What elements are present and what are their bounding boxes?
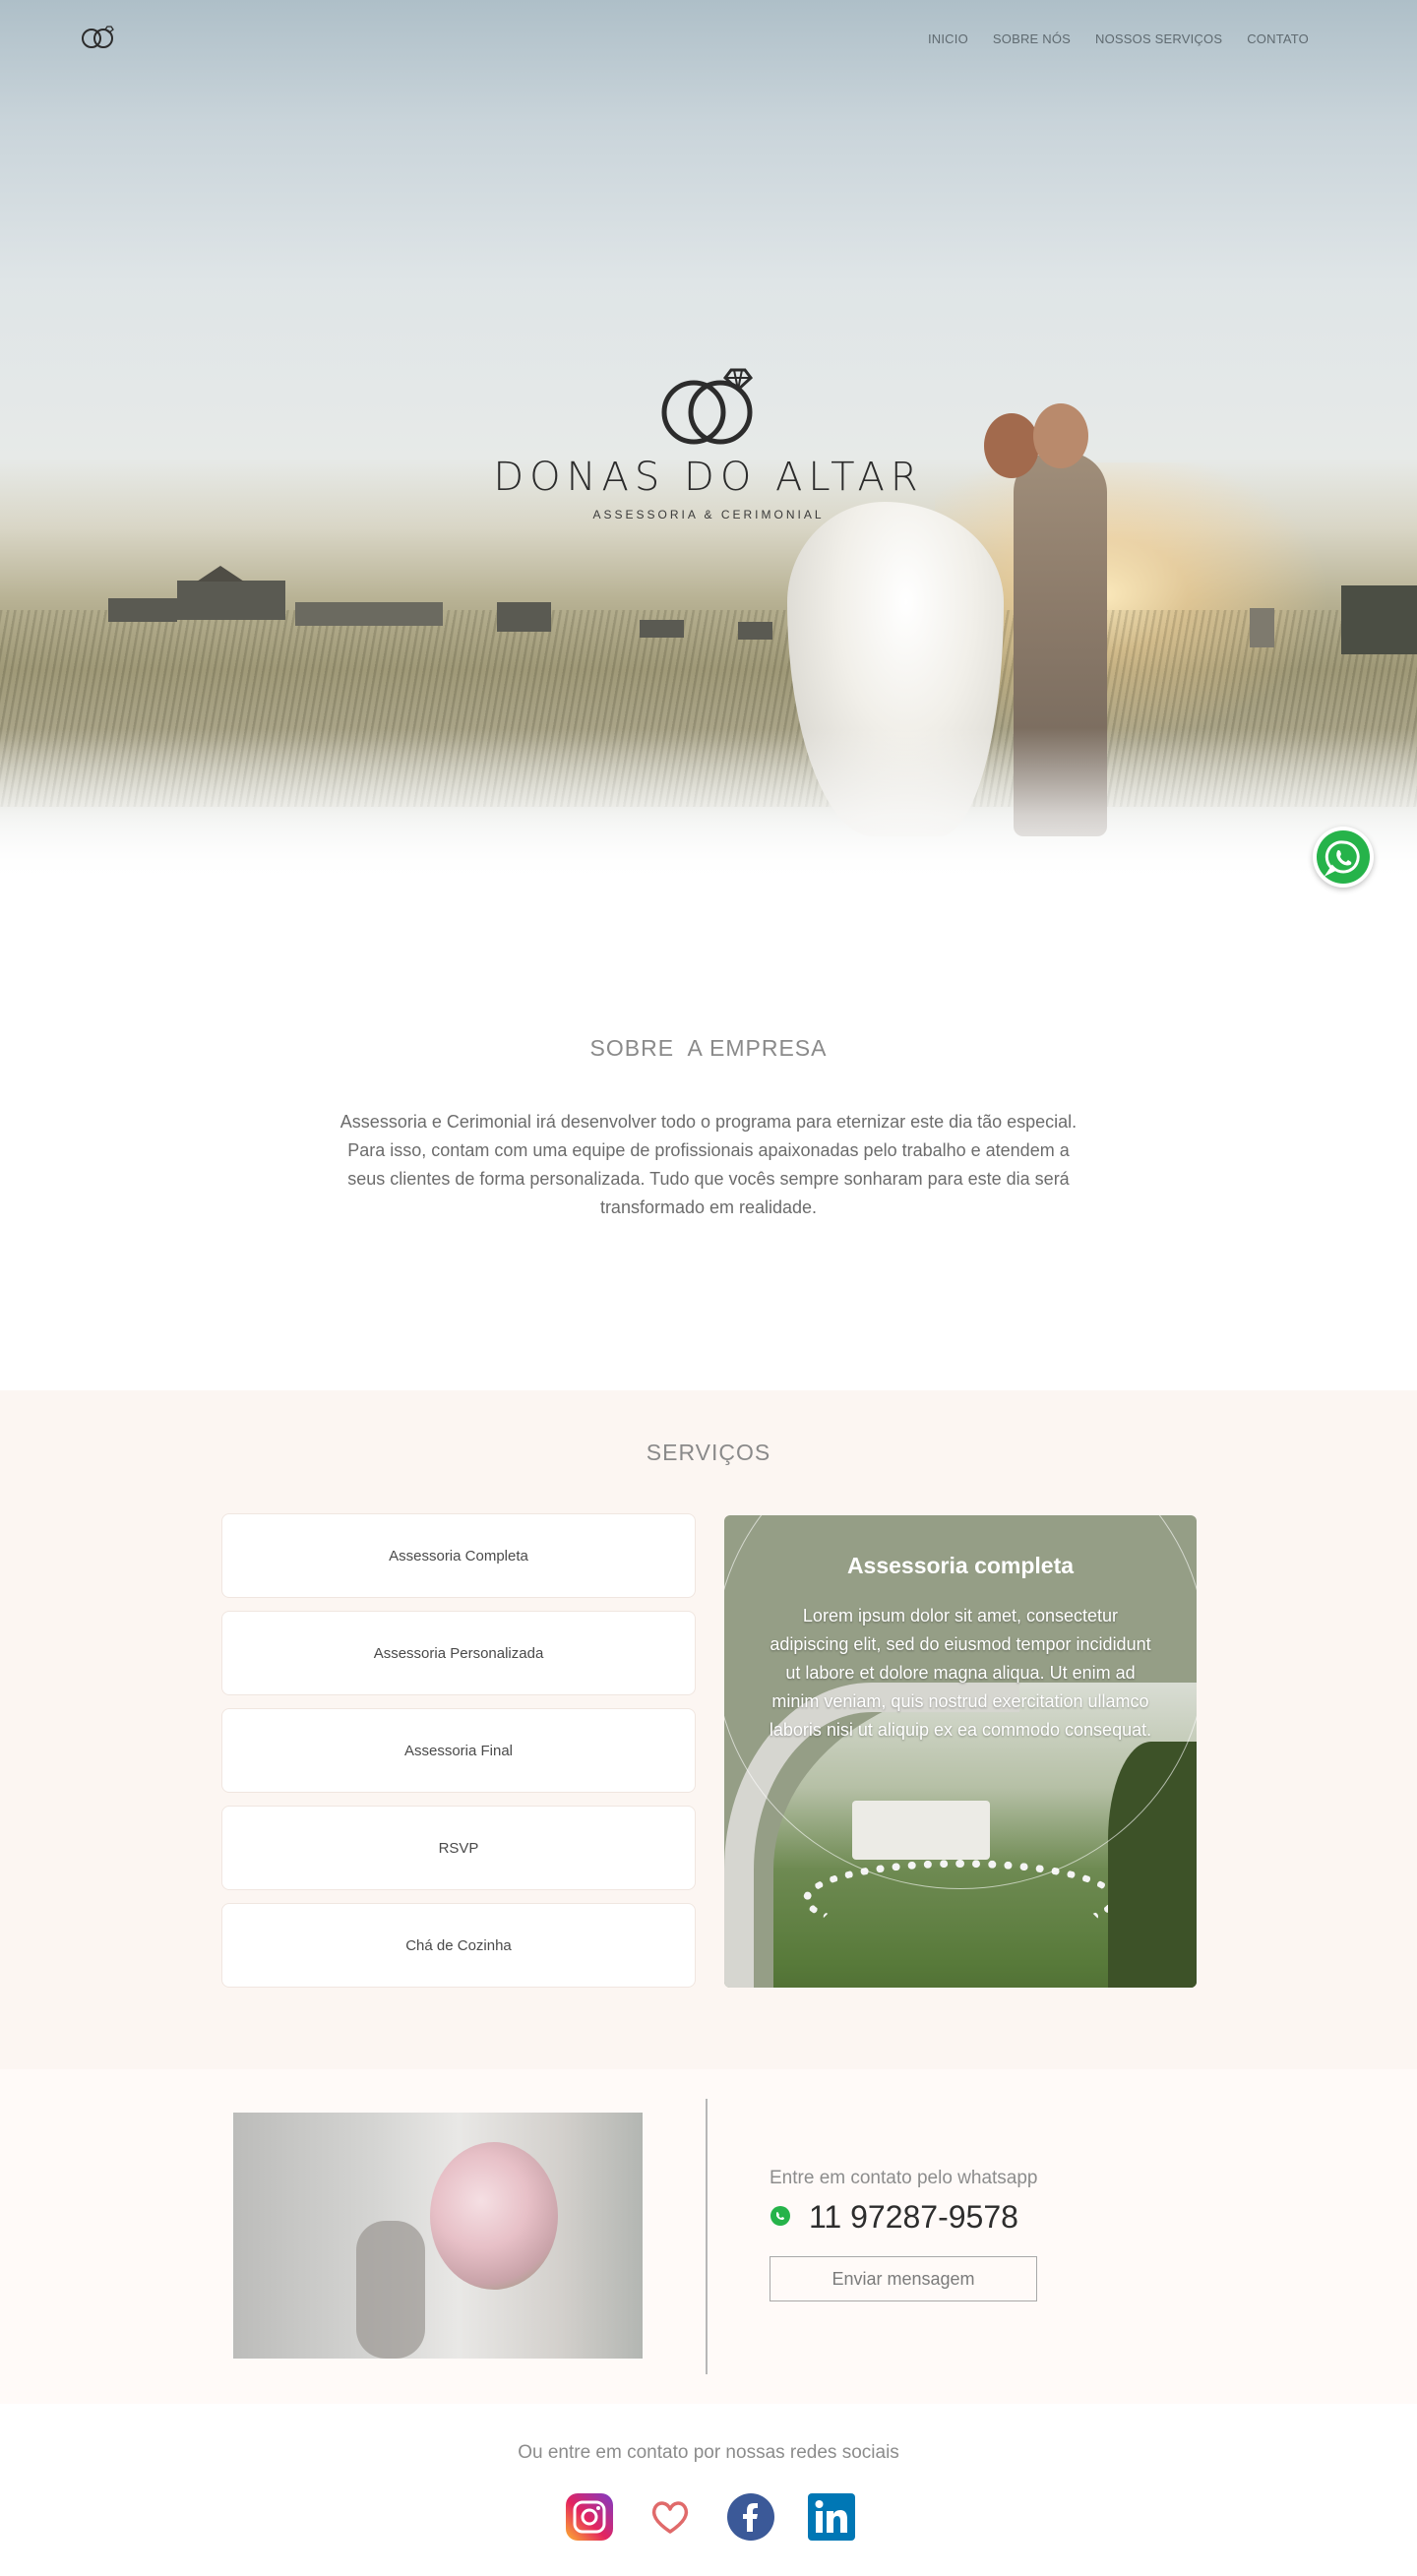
background-house <box>497 602 551 632</box>
linkedin-icon[interactable] <box>807 2492 856 2542</box>
bouquet-photo <box>233 2113 643 2359</box>
servico-item-assessoria-completa[interactable]: Assessoria Completa <box>221 1513 696 1598</box>
brand-logo: DONAS DO ALTAR ASSESSORIA & CERIMONIAL <box>0 364 1417 521</box>
contact-phone-row: 11 97287-9578 <box>770 2199 1018 2236</box>
background-house <box>295 602 443 626</box>
servicos-title: SERVIÇOS <box>646 1440 771 1465</box>
background-house <box>108 598 177 622</box>
background-roof <box>197 566 244 582</box>
main-nav: INICIO SOBRE NÓS NOSSOS SERVIÇOS CONTATO <box>928 31 1309 46</box>
photo-hands <box>356 2221 425 2359</box>
card-title: Assessoria completa <box>846 1553 1075 1578</box>
rings-icon <box>661 368 754 445</box>
whatsapp-icon <box>770 2205 791 2231</box>
photo-bouquet <box>430 2142 558 2290</box>
nav-item-sobre-nos[interactable]: SOBRE NÓS <box>993 31 1071 46</box>
servico-item-assessoria-final[interactable]: Assessoria Final <box>221 1708 696 1793</box>
social-links <box>565 2492 856 2542</box>
heart-icon[interactable] <box>646 2492 695 2542</box>
contact-phone: 11 97287-9578 <box>809 2199 1018 2235</box>
contato-section: Entre em contato pelo whatsapp 11 97287-… <box>0 2069 1417 2404</box>
facebook-icon[interactable] <box>726 2492 775 2542</box>
background-tower <box>1250 608 1274 647</box>
background-building <box>1341 585 1417 654</box>
hero-section: INICIO SOBRE NÓS NOSSOS SERVIÇOS CONTATO… <box>0 0 1417 881</box>
rings-logo-icon[interactable] <box>79 24 118 49</box>
send-message-button[interactable]: Enviar mensagem <box>770 2256 1037 2301</box>
hero-fade <box>0 728 1417 881</box>
nav-item-contato[interactable]: CONTATO <box>1247 31 1309 46</box>
brand-name: DONAS DO ALTAR <box>493 455 924 500</box>
contact-label: Entre em contato pelo whatsapp <box>770 2168 1038 2188</box>
nav-item-nossos-servicos[interactable]: NOSSOS SERVIÇOS <box>1095 31 1222 46</box>
background-house <box>640 620 684 638</box>
servico-detail-card: Assessoria completa Lorem ipsum dolor si… <box>724 1515 1197 1988</box>
brand-subtitle: ASSESSORIA & CERIMONIAL <box>592 508 825 521</box>
whatsapp-float-button[interactable] <box>1313 827 1374 888</box>
vertical-divider <box>706 2099 708 2374</box>
servico-item-cha-de-cozinha[interactable]: Chá de Cozinha <box>221 1903 696 1988</box>
nav-item-inicio[interactable]: INICIO <box>928 31 968 46</box>
background-house <box>177 581 285 620</box>
servicos-list: Assessoria Completa Assessoria Personali… <box>221 1513 696 2000</box>
sobre-text: Assessoria e Cerimonial irá desenvolver … <box>339 1112 1078 1217</box>
social-title: Ou entre em contato por nossas redes soc… <box>518 2442 899 2463</box>
whatsapp-icon <box>1317 830 1370 884</box>
instagram-icon[interactable] <box>565 2492 614 2542</box>
card-text: Lorem ipsum dolor sit amet, consectetur … <box>769 1606 1152 1740</box>
servico-item-rsvp[interactable]: RSVP <box>221 1806 696 1890</box>
servico-item-assessoria-personalizada[interactable]: Assessoria Personalizada <box>221 1611 696 1695</box>
servicos-section: SERVIÇOS Assessoria Completa Assessoria … <box>0 1390 1417 2069</box>
sobre-title: SOBRE A EMPRESA <box>589 1035 828 1061</box>
